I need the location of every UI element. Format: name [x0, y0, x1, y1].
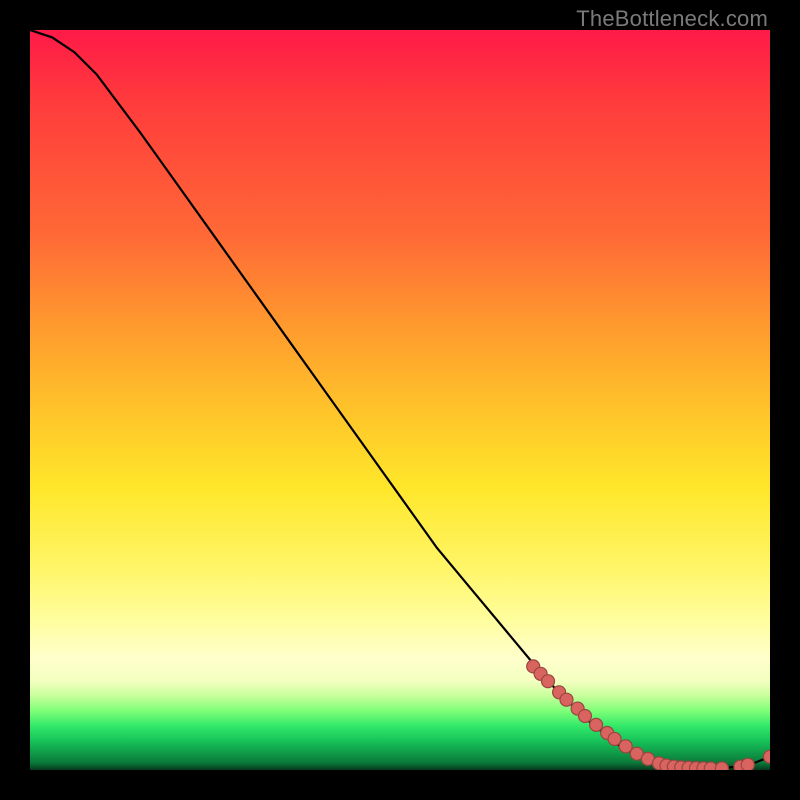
- data-marker: [579, 709, 592, 722]
- chart-svg: [30, 30, 770, 770]
- data-marker: [608, 732, 621, 745]
- data-marker: [741, 758, 754, 770]
- data-marker: [764, 750, 771, 763]
- plot-area: [30, 30, 770, 770]
- data-marker: [590, 718, 603, 731]
- bottleneck-curve: [30, 30, 770, 769]
- data-marker: [542, 675, 555, 688]
- watermark-text: TheBottleneck.com: [576, 6, 768, 32]
- data-marker: [619, 740, 632, 753]
- data-markers: [527, 660, 770, 770]
- data-marker: [715, 762, 728, 770]
- data-marker: [560, 693, 573, 706]
- chart-frame: TheBottleneck.com: [0, 0, 800, 800]
